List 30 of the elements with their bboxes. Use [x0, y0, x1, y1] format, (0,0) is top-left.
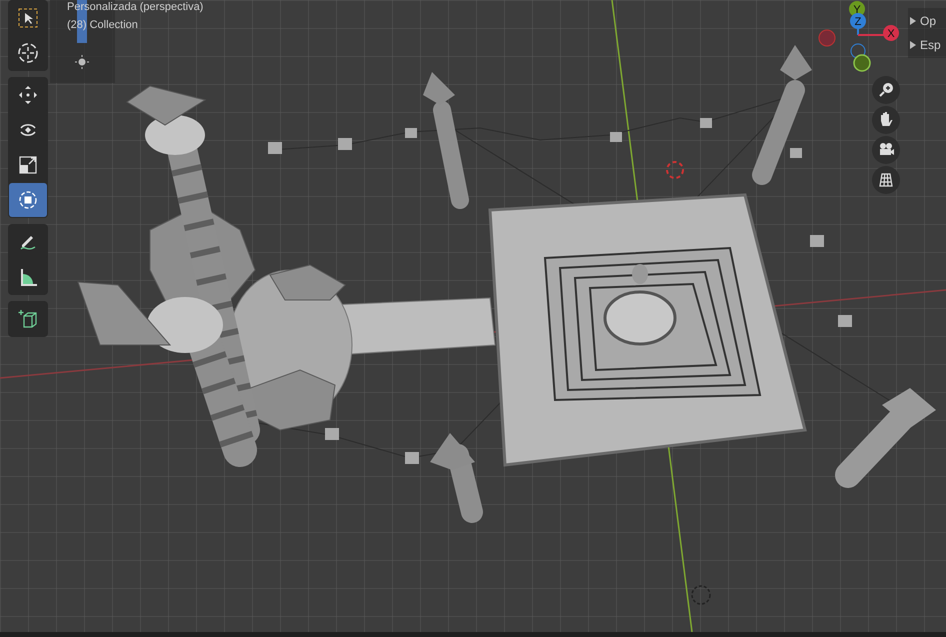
origin-cursor-icon	[666, 161, 684, 179]
expand-arrow-icon[interactable]	[910, 17, 916, 25]
camera-target-icon	[691, 585, 711, 605]
stone-block	[700, 118, 712, 128]
zoom-icon[interactable]	[872, 76, 900, 104]
axis-handle[interactable]: X	[858, 25, 899, 41]
cursor-icon	[16, 41, 40, 65]
stone-block	[790, 148, 802, 158]
stone-block	[810, 235, 824, 247]
stone-block	[838, 315, 852, 327]
axis-label: X	[887, 28, 895, 40]
expand-arrow-icon[interactable]	[910, 41, 916, 49]
grid-icon[interactable]	[872, 166, 900, 194]
panel-section-title[interactable]: Op	[920, 12, 936, 30]
tool-button[interactable]	[9, 183, 47, 217]
sun-icon	[75, 55, 89, 69]
hand-icon[interactable]	[872, 106, 900, 134]
negative-y-axis-icon[interactable]	[853, 54, 871, 72]
negative-z-axis-icon[interactable]	[850, 44, 866, 58]
stone-block	[610, 132, 622, 142]
stone-block	[405, 128, 417, 138]
stone-block	[325, 428, 339, 440]
stone-block	[405, 452, 419, 464]
movie-camera-icon[interactable]	[872, 136, 900, 164]
axis-label: Z	[854, 16, 862, 28]
select-box-icon	[16, 6, 40, 30]
stone-block	[338, 138, 352, 150]
stone-block	[268, 142, 282, 154]
panel-section-title[interactable]: Esp	[920, 36, 941, 54]
axis-label: Y	[853, 4, 861, 16]
